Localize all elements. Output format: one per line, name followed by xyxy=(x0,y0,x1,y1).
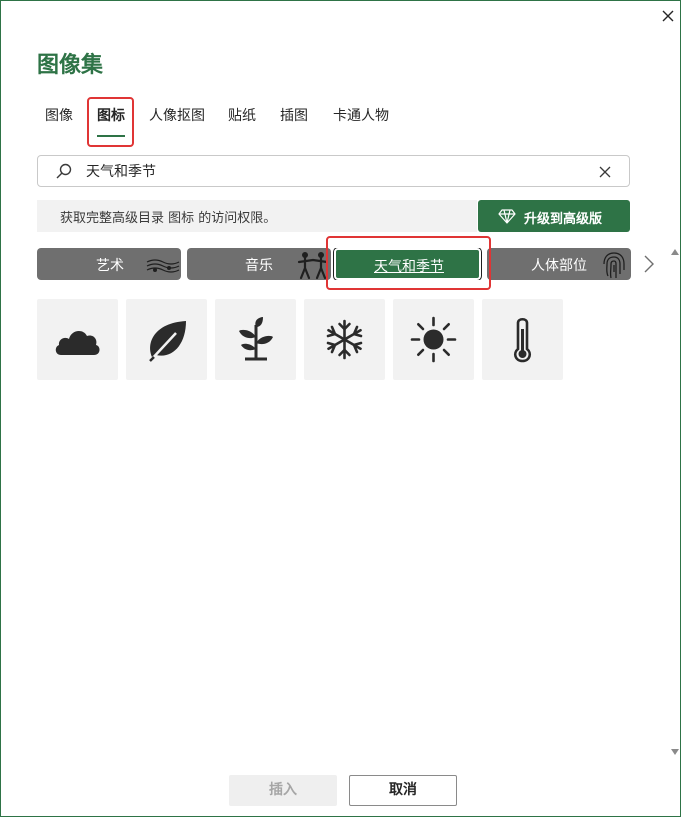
premium-banner-text: 获取完整高级目录 图标 的访问权限。 xyxy=(60,211,277,226)
dialog-title: 图像集 xyxy=(37,53,104,78)
sun-icon xyxy=(410,316,457,363)
thermometer-icon xyxy=(513,317,532,363)
close-button[interactable] xyxy=(657,5,679,27)
icon-tile-sprout[interactable] xyxy=(215,299,296,380)
dancers-icon xyxy=(297,252,329,280)
leaf-icon xyxy=(149,321,186,362)
clear-search-icon[interactable] xyxy=(597,164,613,180)
icon-tile-leaf[interactable] xyxy=(126,299,207,380)
search-box xyxy=(37,155,630,187)
sprout-icon xyxy=(239,317,273,361)
upgrade-button[interactable]: 升级到高级版 xyxy=(478,200,630,232)
category-strip: 艺术 音乐 天气和季节 人体部位 xyxy=(37,248,631,280)
chevron-right-icon[interactable] xyxy=(642,253,656,275)
active-tab-indicator xyxy=(97,135,125,137)
premium-banner: 获取完整高级目录 图标 的访问权限。 xyxy=(37,200,477,232)
scroll-down-arrow[interactable] xyxy=(671,749,679,755)
tab-cartoon-people[interactable]: 卡通人物 xyxy=(333,105,389,125)
category-body-parts[interactable]: 人体部位 xyxy=(487,248,631,280)
category-music[interactable]: 音乐 xyxy=(187,248,331,280)
icon-tile-snowflake[interactable] xyxy=(304,299,385,380)
tab-cutout-people[interactable]: 人像抠图 xyxy=(149,105,205,125)
category-label: 人体部位 xyxy=(531,258,587,274)
icon-tile-sun[interactable] xyxy=(393,299,474,380)
diamond-icon xyxy=(498,209,516,224)
fingerprint-icon xyxy=(603,252,625,279)
search-input[interactable] xyxy=(86,160,586,182)
icon-tile-thermometer[interactable] xyxy=(482,299,563,380)
cancel-button[interactable]: 取消 xyxy=(349,775,457,806)
search-icon xyxy=(56,163,72,179)
snowflake-icon xyxy=(326,319,363,360)
close-icon xyxy=(662,10,674,22)
scroll-up-arrow[interactable] xyxy=(671,249,679,255)
category-label: 音乐 xyxy=(245,258,273,274)
icon-tile-cloud[interactable] xyxy=(37,299,118,380)
tab-images[interactable]: 图像 xyxy=(45,105,73,125)
cloud-icon xyxy=(55,330,100,355)
tab-icons[interactable]: 图标 xyxy=(97,105,125,125)
category-art[interactable]: 艺术 xyxy=(37,248,181,280)
music-sheet-icon xyxy=(146,259,180,273)
insert-button[interactable]: 插入 xyxy=(229,775,337,806)
image-collection-dialog: 图像集 图像 图标 人像抠图 贴纸 插图 卡通人物 获取完整高级目录 图标 的访… xyxy=(0,0,681,817)
tab-stickers[interactable]: 贴纸 xyxy=(228,105,256,125)
category-label: 天气和季节 xyxy=(374,259,444,275)
upgrade-button-label: 升级到高级版 xyxy=(524,212,603,227)
category-weather-seasons[interactable]: 天气和季节 xyxy=(333,248,482,280)
category-label: 艺术 xyxy=(96,258,124,274)
tab-illustrations[interactable]: 插图 xyxy=(280,105,308,125)
